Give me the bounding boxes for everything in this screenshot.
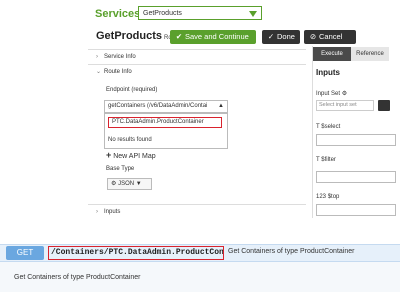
- endpoint-option[interactable]: PTC.DataAdmin.ProductContainer: [108, 117, 222, 128]
- param-label-top: 123 $top: [316, 194, 340, 200]
- chevron-down-icon: ⌄: [96, 69, 102, 75]
- save-and-continue-button[interactable]: ✔ Save and Continue: [170, 30, 256, 44]
- inputs-heading: Inputs: [316, 68, 340, 77]
- chevron-right-icon: ›: [96, 209, 98, 215]
- caret-up-icon: ▲: [218, 103, 224, 109]
- filter-input[interactable]: [316, 171, 396, 183]
- operation-summary: Get Containers of type ProductContainer: [228, 248, 355, 255]
- section-divider: [0, 218, 400, 236]
- number-icon: 123: [316, 194, 327, 200]
- json-icon: ⚙: [111, 181, 117, 187]
- operation-description: Get Containers of type ProductContainer: [14, 274, 141, 281]
- caret-down-icon: ▼: [135, 181, 142, 187]
- chevron-right-icon: ›: [96, 54, 98, 60]
- endpoint-label: Endpoint (required): [106, 87, 158, 93]
- check-icon: ✓: [267, 32, 275, 41]
- text-icon: T: [316, 157, 320, 163]
- services-select[interactable]: GetProducts: [138, 6, 262, 20]
- endpoint-select-value: getContainers (/v6/DataAdmin/Contai: [108, 103, 208, 109]
- cancel-icon: ⊘: [309, 32, 317, 41]
- base-type-select[interactable]: ⚙ JSON ▼: [107, 178, 152, 190]
- operation-path: /Containers/PTC.DataAdmin.ProductContain…: [48, 246, 224, 260]
- new-api-map-button[interactable]: + New API Map: [106, 150, 156, 160]
- tab-execute[interactable]: Execute: [313, 47, 351, 61]
- eraser-button[interactable]: [378, 100, 390, 111]
- check-circle-icon: ✔: [175, 32, 183, 41]
- base-type-label: Base Type: [106, 166, 135, 172]
- input-set-label: Input Set ⚙: [316, 91, 348, 97]
- plus-icon: +: [106, 150, 112, 160]
- param-label-select: T $select: [316, 124, 341, 130]
- chevron-down-icon: [249, 11, 257, 17]
- tab-reference[interactable]: Reference: [351, 47, 389, 61]
- endpoint-select[interactable]: getContainers (/v6/DataAdmin/Contai ▲: [104, 100, 228, 113]
- endpoint-required: (required): [131, 87, 158, 93]
- param-label-filter: T $filter: [316, 157, 336, 163]
- service-info-row[interactable]: › Service Info: [88, 49, 306, 63]
- method-badge: GET: [6, 246, 44, 260]
- gear-icon: ⚙: [341, 91, 348, 97]
- done-button[interactable]: ✓ Done: [262, 30, 300, 44]
- services-select-value: GetProducts: [143, 10, 182, 17]
- services-label: Services: [95, 8, 141, 20]
- top-input[interactable]: [316, 204, 396, 216]
- no-results-text: No results found: [108, 137, 152, 143]
- cancel-button[interactable]: ⊘ Cancel: [304, 30, 356, 44]
- select-input[interactable]: [316, 134, 396, 146]
- text-icon: T: [316, 124, 320, 130]
- inputs-row[interactable]: › Inputs: [88, 204, 306, 218]
- route-info-row[interactable]: ⌄ Route Info: [88, 64, 306, 78]
- input-set-select[interactable]: Select input set: [316, 100, 374, 111]
- page-title: GetProductsRoute: [96, 30, 180, 42]
